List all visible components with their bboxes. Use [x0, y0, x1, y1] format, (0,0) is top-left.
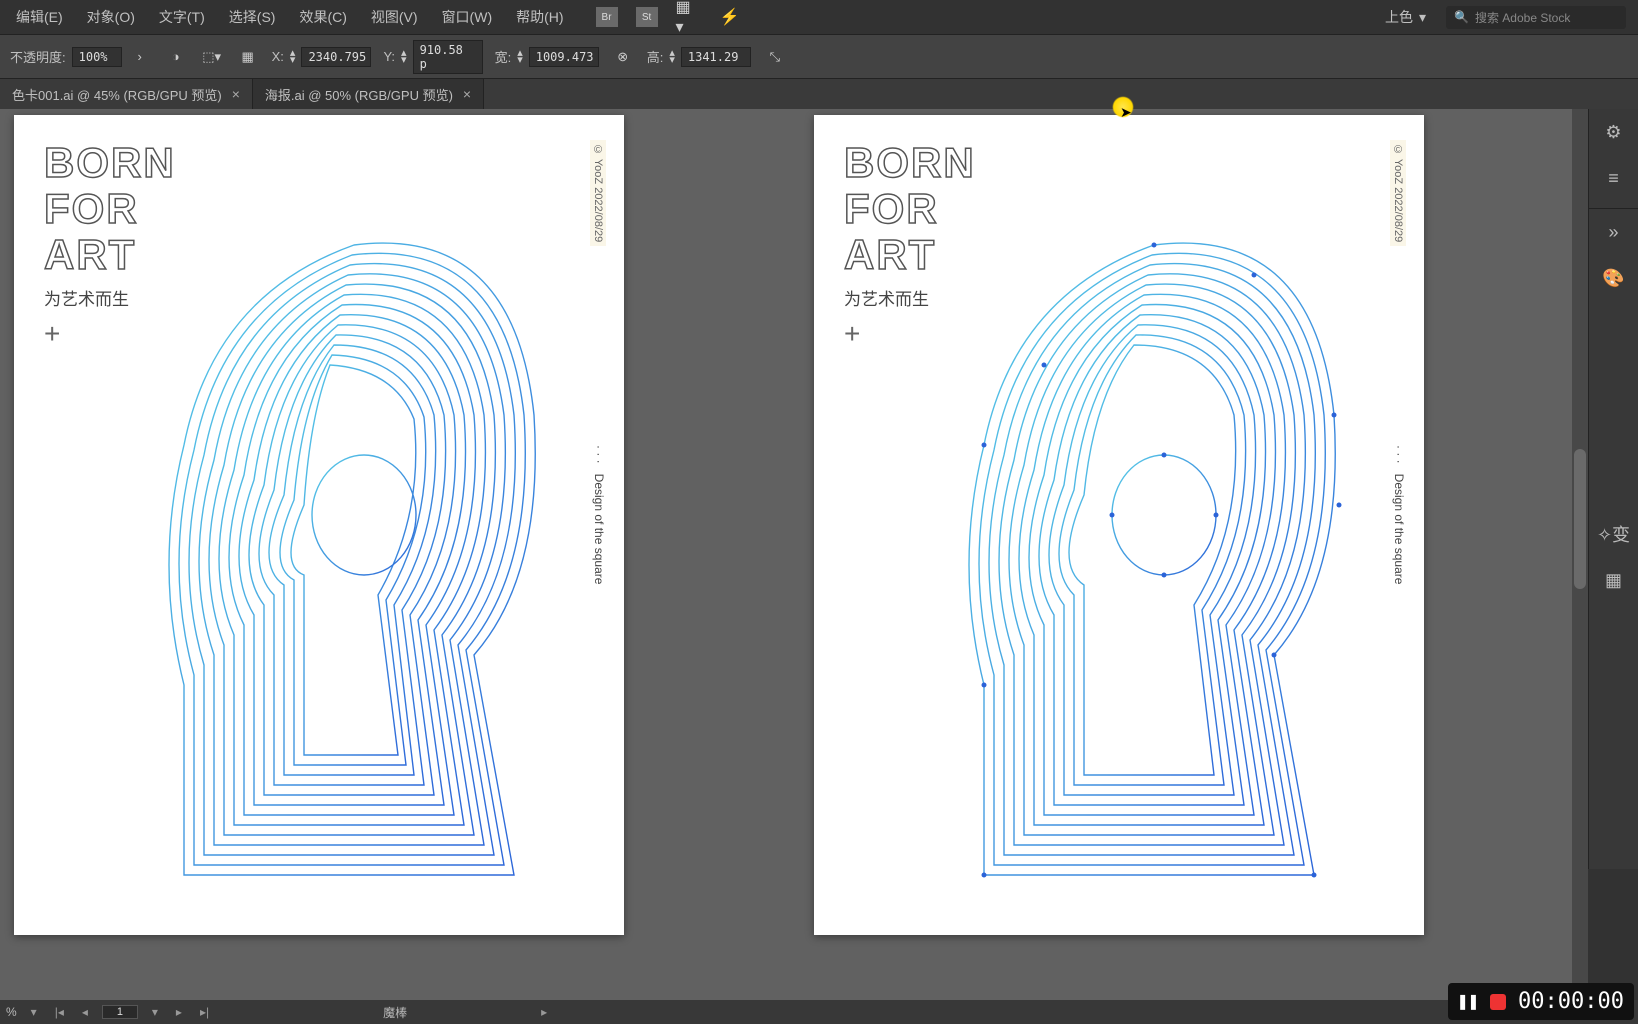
properties-panel-icon[interactable]: ⚙	[1589, 109, 1638, 155]
close-icon[interactable]: ×	[232, 86, 240, 102]
workspace-switcher[interactable]: 上色 ▾	[1385, 7, 1426, 27]
tab-poster[interactable]: 海报.ai @ 50% (RGB/GPU 预览) ×	[253, 79, 484, 109]
menu-view[interactable]: 视图(V)	[359, 3, 430, 31]
x-label: X:	[272, 49, 284, 64]
align-icon[interactable]: ▦	[236, 45, 260, 69]
opacity-chevron-icon[interactable]: ›	[128, 45, 152, 69]
align-panel-icon[interactable]: ▦	[1589, 557, 1638, 603]
menu-edit[interactable]: 编辑(E)	[4, 3, 75, 31]
stock-icon[interactable]: St	[636, 7, 658, 27]
close-icon[interactable]: ×	[463, 86, 471, 102]
pause-recording-button[interactable]: ❚❚	[1458, 992, 1478, 1012]
first-artboard-icon[interactable]: |◂	[51, 1005, 68, 1019]
title-line1: BORN	[844, 140, 976, 186]
document-tabs: 色卡001.ai @ 45% (RGB/GPU 预览) × 海报.ai @ 50…	[0, 79, 1638, 109]
recording-time: 00:00:00	[1518, 989, 1624, 1014]
blend-head-artwork-selected[interactable]	[894, 185, 1354, 885]
screen-recorder-overlay: ❚❚ 00:00:00	[1448, 983, 1634, 1020]
opacity-value[interactable]: 100%	[72, 47, 122, 67]
y-value[interactable]: 910.58 p	[413, 40, 483, 74]
h-stepper[interactable]: ▴▾	[669, 50, 675, 64]
stock-search[interactable]: 🔍 搜索 Adobe Stock	[1446, 6, 1626, 29]
tab-color-card[interactable]: 色卡001.ai @ 45% (RGB/GPU 预览) ×	[0, 79, 253, 109]
link-wh-icon[interactable]: ⊗	[611, 45, 635, 69]
scrollbar-thumb[interactable]	[1574, 449, 1586, 589]
title-line1: BORN	[44, 140, 176, 186]
zoom-dropdown-icon[interactable]: ▾	[27, 1005, 41, 1019]
recolor-icon[interactable]: ◑	[164, 45, 188, 69]
menu-select[interactable]: 选择(S)	[217, 3, 288, 31]
last-artboard-icon[interactable]: ▸|	[196, 1005, 213, 1019]
status-bar: % ▾ |◂ ◂ ▾ ▸ ▸| 魔棒 ▸	[0, 1000, 1638, 1024]
side-caption: · · · Design of the square	[592, 445, 606, 584]
vertical-scrollbar[interactable]	[1572, 109, 1588, 1000]
bridge-icon[interactable]: Br	[596, 7, 618, 27]
gpu-icon[interactable]: ⚡	[718, 5, 742, 29]
scale-corners-icon[interactable]: ⤡	[763, 45, 787, 69]
prev-artboard-icon[interactable]: ◂	[78, 1005, 92, 1019]
menu-bar: 编辑(E) 对象(O) 文字(T) 选择(S) 效果(C) 视图(V) 窗口(W…	[0, 0, 1638, 35]
h-label: 高:	[647, 47, 664, 66]
menu-object[interactable]: 对象(O)	[75, 3, 147, 31]
credit-text: © YooZ 2022/08/29	[1390, 140, 1406, 246]
x-value[interactable]: 2340.795	[301, 47, 371, 67]
w-stepper[interactable]: ▴▾	[517, 50, 523, 64]
w-label: 宽:	[495, 47, 512, 66]
play-icon[interactable]: ▸	[537, 1005, 551, 1019]
opacity-label: 不透明度:	[10, 47, 66, 66]
zoom-percent[interactable]: %	[6, 1005, 17, 1019]
canvas-area[interactable]: BORN FOR ART 为艺术而生 + © YooZ 2022/08/29 ·…	[0, 109, 1588, 1000]
x-stepper[interactable]: ▴▾	[290, 50, 296, 64]
menu-text[interactable]: 文字(T)	[147, 3, 217, 31]
arrange-docs-icon[interactable]: ▦ ▾	[676, 5, 700, 29]
artboard-2[interactable]: BORN FOR ART 为艺术而生 + © YooZ 2022/08/29 ·…	[814, 115, 1424, 935]
y-stepper[interactable]: ▴▾	[401, 50, 407, 64]
credit-text: © YooZ 2022/08/29	[590, 140, 606, 246]
transform-panel-icon[interactable]: ✧变	[1589, 511, 1638, 557]
h-value[interactable]: 1341.29	[681, 47, 751, 67]
current-tool: 魔棒	[383, 1004, 407, 1021]
side-caption: · · · Design of the square	[1392, 445, 1406, 584]
stop-recording-button[interactable]	[1488, 992, 1508, 1012]
tab-label: 色卡001.ai @ 45% (RGB/GPU 预览)	[12, 85, 222, 104]
y-label: Y:	[383, 49, 395, 64]
blend-head-artwork[interactable]	[94, 185, 554, 885]
chevron-down-icon: ▾	[1419, 9, 1426, 26]
menu-window[interactable]: 窗口(W)	[430, 3, 505, 31]
w-value[interactable]: 1009.473	[529, 47, 599, 67]
options-bar: 不透明度: 100% › ◑ ⬚▾ ▦ X: ▴▾ 2340.795 Y: ▴▾…	[0, 35, 1638, 79]
menu-help[interactable]: 帮助(H)	[504, 3, 575, 31]
search-icon: 🔍	[1454, 10, 1469, 24]
artboard-dropdown-icon[interactable]: ▾	[148, 1005, 162, 1019]
menu-effect[interactable]: 效果(C)	[287, 3, 358, 31]
artboard-number-input[interactable]	[102, 1005, 138, 1019]
artboard-1[interactable]: BORN FOR ART 为艺术而生 + © YooZ 2022/08/29 ·…	[14, 115, 624, 935]
expand-panels-icon[interactable]: »	[1589, 209, 1638, 255]
color-panel-icon[interactable]: 🎨	[1589, 255, 1638, 301]
libraries-panel-icon[interactable]: ≡	[1589, 155, 1638, 201]
next-artboard-icon[interactable]: ▸	[172, 1005, 186, 1019]
tab-label: 海报.ai @ 50% (RGB/GPU 预览)	[265, 85, 453, 104]
workspace-label: 上色	[1385, 7, 1413, 27]
search-placeholder: 搜索 Adobe Stock	[1475, 9, 1570, 26]
panels-dock: ⚙ ≡ » 🎨 ✧变 ▦	[1588, 109, 1638, 869]
transform-icon[interactable]: ⬚▾	[200, 45, 224, 69]
